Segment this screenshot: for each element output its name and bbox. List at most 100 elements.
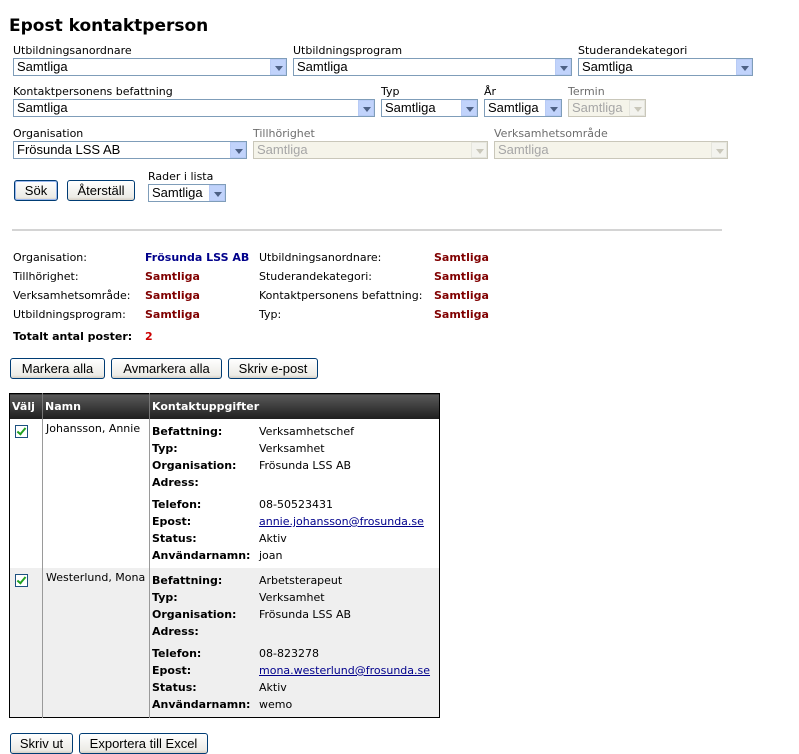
termin-label: Termin [568, 85, 605, 98]
avmarkera-alla-button[interactable]: Avmarkera alla [111, 358, 222, 379]
utbildningsprogram-select[interactable]: Samtliga [293, 58, 572, 76]
tillhorighet-select: Samtliga [253, 141, 488, 159]
telefon-value: 08-50523431 [259, 498, 333, 511]
email-link[interactable]: mona.westerlund@frosunda.se [259, 664, 430, 677]
field-label: Organisation: [152, 608, 237, 621]
table-row: Johansson, Annie Befattning: Verksamhetsc… [10, 419, 440, 568]
chevron-down-icon[interactable] [358, 100, 374, 116]
field-label: Adress: [152, 625, 199, 638]
typ-select[interactable]: Samtliga [381, 99, 478, 117]
rader-value: Samtliga [152, 185, 203, 200]
summary-verksamhetsomrade-label: Verksamhetsområde: [13, 289, 131, 302]
chevron-down-icon [711, 142, 727, 158]
chevron-down-icon[interactable] [461, 100, 477, 116]
exportera-excel-button[interactable]: Exportera till Excel [79, 733, 208, 754]
totalt-value: 2 [145, 330, 153, 343]
chevron-down-icon[interactable] [545, 100, 561, 116]
rader-label: Rader i lista [148, 170, 214, 183]
status-value: Aktiv [259, 681, 287, 694]
totalt-label: Totalt antal poster: [13, 330, 133, 343]
field-label: Epost: [152, 664, 192, 677]
field-label: Status: [152, 681, 197, 694]
field-label: Användarnamn: [152, 698, 251, 711]
adress-value [259, 474, 424, 491]
summary-befattning-value: Samtliga [434, 289, 489, 302]
divider [12, 229, 722, 231]
chevron-down-icon [629, 100, 645, 116]
field-label: Befattning: [152, 425, 223, 438]
field-label: Status: [152, 532, 197, 545]
row-checkbox[interactable] [15, 574, 28, 587]
aterstall-button[interactable]: Återställ [67, 180, 135, 201]
befattning-value: Verksamhetschef [259, 425, 354, 438]
chevron-down-icon[interactable] [209, 185, 225, 201]
summary-befattning-label: Kontaktpersonens befattning: [259, 289, 423, 302]
tillhorighet-value: Samtliga [257, 142, 308, 157]
contact-details: Befattning: Verksamhetschef Typ: Verksamhe… [152, 423, 424, 564]
chevron-down-icon[interactable] [555, 59, 571, 75]
field-label: Adress: [152, 476, 199, 489]
ar-label: År [484, 85, 497, 98]
chevron-down-icon[interactable] [270, 59, 286, 75]
summary-typ-value: Samtliga [434, 308, 489, 321]
summary-typ-label: Typ: [259, 308, 282, 321]
summary-tillhorighet-label: Tillhörighet: [13, 270, 79, 283]
termin-select: Samtliga [568, 99, 646, 117]
rader-select[interactable]: Samtliga [148, 184, 226, 202]
chevron-down-icon [471, 142, 487, 158]
organisation-select[interactable]: Frösunda LSS AB [13, 141, 247, 159]
typ-label: Typ [381, 85, 400, 98]
tillhorighet-label: Tillhörighet [253, 127, 315, 140]
skriv-ut-button[interactable]: Skriv ut [10, 733, 73, 754]
termin-value: Samtliga [572, 100, 623, 115]
studerandekategori-label: Studerandekategori [578, 44, 688, 57]
column-header-kontakt: Kontaktuppgifter [149, 393, 440, 419]
befattning-select[interactable]: Samtliga [13, 99, 375, 117]
summary-utbildningsanordnare-value: Samtliga [434, 251, 489, 264]
studerandekategori-select[interactable]: Samtliga [578, 58, 753, 76]
utbildningsprogram-label: Utbildningsprogram [293, 44, 403, 57]
summary-organisation-label: Organisation: [13, 251, 87, 264]
summary-verksamhetsomrade-value: Samtliga [145, 289, 200, 302]
summary-utbildningsprogram-label: Utbildningsprogram: [13, 308, 126, 321]
contacts-table: Välj Namn Kontaktuppgifter Johansson, An… [9, 393, 440, 718]
row-name: Westerlund, Mona [42, 568, 150, 718]
field-label: Telefon: [152, 498, 202, 511]
summary-studerandekategori-value: Samtliga [434, 270, 489, 283]
typ-value: Verksamhet [259, 442, 325, 455]
email-link[interactable]: annie.johansson@frosunda.se [259, 515, 424, 528]
organisation-value: Frösunda LSS AB [17, 142, 121, 157]
verksamhetsomrade-select: Samtliga [494, 141, 728, 159]
sok-button[interactable]: Sök [14, 180, 58, 201]
typ-value: Verksamhet [259, 591, 325, 604]
organisation-value: Frösunda LSS AB [259, 608, 352, 621]
utbildningsanordnare-select[interactable]: Samtliga [13, 58, 287, 76]
row-checkbox[interactable] [15, 425, 28, 438]
utbildningsprogram-value: Samtliga [297, 59, 348, 74]
utbildningsanordnare-label: Utbildningsanordnare [13, 44, 132, 57]
skriv-epost-button[interactable]: Skriv e-post [228, 358, 318, 379]
field-label: Epost: [152, 515, 192, 528]
column-header-valj[interactable]: Välj [9, 393, 43, 419]
adress-value [259, 623, 430, 640]
summary-organisation-value: Frösunda LSS AB [145, 251, 250, 264]
contact-details: Befattning: Arbetsterapeut Typ: Verksamhet… [152, 572, 430, 713]
summary-studerandekategori-label: Studerandekategori: [259, 270, 372, 283]
field-label: Telefon: [152, 647, 202, 660]
ar-value: Samtliga [488, 100, 539, 115]
organisation-label: Organisation [13, 127, 84, 140]
field-label: Organisation: [152, 459, 237, 472]
telefon-value: 08-823278 [259, 647, 319, 660]
column-header-namn[interactable]: Namn [42, 393, 150, 419]
typ-value: Samtliga [385, 100, 436, 115]
ar-select[interactable]: Samtliga [484, 99, 562, 117]
befattning-label: Kontaktpersonens befattning [13, 85, 173, 98]
chevron-down-icon[interactable] [230, 142, 246, 158]
befattning-value: Arbetsterapeut [259, 574, 343, 587]
verksamhetsomrade-value: Samtliga [498, 142, 549, 157]
chevron-down-icon[interactable] [736, 59, 752, 75]
field-label: Befattning: [152, 574, 223, 587]
table-row: Westerlund, Mona Befattning: Arbetsterape… [9, 568, 440, 718]
anvandarnamn-value: wemo [259, 698, 293, 711]
markera-alla-button[interactable]: Markera alla [10, 358, 105, 379]
